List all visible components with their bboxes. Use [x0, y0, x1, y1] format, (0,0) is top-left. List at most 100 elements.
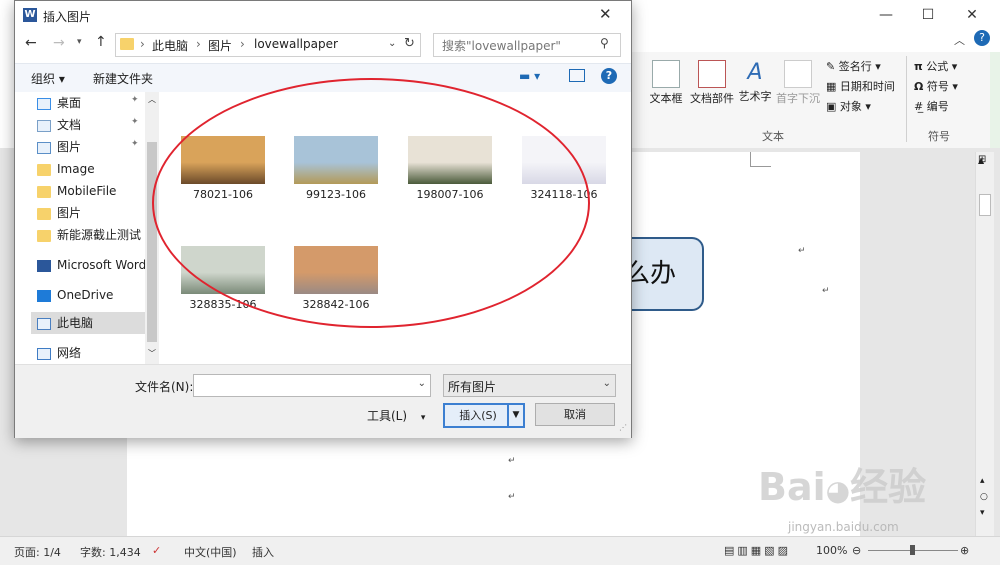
watermark-url: jingyan.baidu.com	[788, 520, 899, 534]
doc-parts-button[interactable]: 文档部件	[688, 60, 736, 106]
nav-item[interactable]: MobileFile	[37, 180, 116, 202]
equation-button[interactable]: π 公式 ▾	[914, 58, 957, 74]
scroll-down-icon[interactable]: ﹀	[148, 348, 156, 359]
address-bar[interactable]: › 此电脑 › 图片 › lovewallpaper ⌄ ↻	[115, 33, 421, 57]
chevron-down-icon[interactable]: ⌄	[603, 378, 611, 389]
paragraph-mark: ↵	[822, 286, 830, 296]
breadcrumb-item[interactable]: 图片	[208, 37, 232, 54]
nav-item[interactable]: 新能源截止测试	[37, 224, 141, 246]
forward-arrow-icon[interactable]: →	[53, 35, 65, 51]
nav-item-label: 图片	[57, 206, 82, 220]
pin-icon[interactable]: ✦	[131, 139, 139, 149]
cancel-button[interactable]: 取消	[535, 403, 615, 426]
ribbon-insert-tab: 文本框 文档部件 A 艺术字 首字下沉 ✎ 签名行 ▾ ▦ 日期和时间 ▣ 对象…	[630, 52, 1000, 149]
breadcrumb-item[interactable]: 此电脑	[152, 37, 188, 54]
nav-item[interactable]: 文档	[37, 114, 81, 136]
zoom-out-icon[interactable]: ⊖	[852, 544, 861, 557]
scroll-up-icon[interactable]: ︿	[148, 94, 156, 105]
resize-grip[interactable]: ⋰	[619, 423, 627, 432]
nav-item[interactable]: 网络	[37, 342, 81, 364]
textbox-button[interactable]: 文本框	[646, 60, 686, 106]
pin-icon[interactable]: ✦	[131, 117, 139, 127]
margin-corner-mark	[750, 152, 771, 167]
datetime-button[interactable]: ▦ 日期和时间	[826, 78, 895, 94]
help-icon[interactable]: ?	[974, 30, 990, 46]
nav-item[interactable]: 此电脑	[31, 312, 149, 334]
preview-pane-icon[interactable]	[569, 69, 585, 82]
minimize-button[interactable]: —	[866, 4, 906, 26]
nav-item[interactable]: OneDrive	[37, 284, 113, 306]
prev-page-icon[interactable]: ▴	[980, 476, 985, 486]
nav-item[interactable]: Microsoft Word	[37, 254, 146, 276]
nav-item[interactable]: 图片	[37, 136, 81, 158]
wordart-button[interactable]: A 艺术字	[736, 60, 774, 104]
up-arrow-icon[interactable]: ↑	[95, 34, 107, 50]
pin-icon[interactable]: ✦	[131, 95, 139, 105]
file-type-select[interactable]: 所有图片 ⌄	[443, 374, 616, 397]
organize-button[interactable]: 组织 ▾	[31, 70, 65, 87]
insert-button[interactable]: 插入(S)	[443, 403, 513, 428]
maximize-button[interactable]: ☐	[908, 4, 948, 26]
recent-chevron-icon[interactable]: ▾	[77, 37, 82, 47]
chevron-down-icon[interactable]: ⌄	[418, 378, 426, 389]
next-page-icon[interactable]: ▾	[980, 508, 985, 518]
chevron-right-icon[interactable]: ›	[240, 37, 245, 51]
nav-item[interactable]: 桌面	[37, 92, 81, 114]
ribbon-collapse-icon[interactable]: ︿	[954, 32, 965, 48]
network-icon	[37, 347, 51, 360]
insert-options-dropdown[interactable]: ▼	[507, 403, 525, 428]
page-count[interactable]: 页面: 1/4	[14, 544, 61, 560]
zoom-slider-thumb[interactable]	[910, 545, 915, 555]
browse-object-icon[interactable]: ○	[980, 492, 988, 502]
signature-line-button[interactable]: ✎ 签名行 ▾	[826, 58, 881, 74]
desktop-icon	[37, 97, 51, 110]
chevron-right-icon[interactable]: ›	[196, 37, 201, 51]
dropcap-button[interactable]: 首字下沉	[774, 60, 822, 106]
search-placeholder[interactable]: 搜索"lovewallpaper"	[442, 37, 561, 54]
ruler-toggle-icon[interactable]: ⊞	[978, 154, 992, 168]
address-dropdown-icon[interactable]: ⌄	[388, 38, 396, 49]
symbol-button[interactable]: Ω 符号 ▾	[914, 78, 958, 94]
filename-input[interactable]: ⌄	[193, 374, 431, 397]
callout-shape[interactable]: 么办	[628, 237, 704, 311]
proofing-icon[interactable]: ✓	[152, 544, 161, 557]
nav-scroll-thumb[interactable]	[147, 142, 157, 342]
tools-menu[interactable]: 工具(L) ▾	[367, 407, 425, 424]
nav-item-label: 文档	[57, 118, 82, 132]
search-box[interactable]: 搜索"lovewallpaper" ⚲	[433, 33, 621, 57]
folder-icon	[120, 38, 134, 50]
language-indicator[interactable]: 中文(中国)	[184, 544, 237, 560]
computer-icon	[37, 317, 51, 330]
dialog-titlebar: W 插入图片 ✕	[15, 1, 631, 31]
dialog-close-button[interactable]: ✕	[599, 5, 612, 23]
dialog-help-icon[interactable]: ?	[601, 68, 617, 84]
chevron-right-icon[interactable]: ›	[140, 37, 145, 51]
view-options-icon[interactable]: ▬ ▾	[519, 69, 540, 83]
scroll-thumb[interactable]	[979, 194, 991, 216]
vertical-scrollbar[interactable]: ▲ ▴ ○ ▾	[975, 152, 994, 536]
paragraph-mark: ↵	[508, 492, 516, 502]
zoom-level[interactable]: 100%	[816, 544, 847, 557]
navigation-pane: 桌面 ✦ 文档 ✦ 图片 ✦ Image MobileFile 图片新能源截止测试 Microso…	[15, 92, 160, 364]
nav-item[interactable]: 图片	[37, 202, 81, 224]
view-buttons[interactable]: ▤▥▦▧▨	[724, 544, 791, 557]
search-icon[interactable]: ⚲	[600, 36, 609, 50]
textbox-icon	[652, 60, 680, 88]
refresh-icon[interactable]: ↻	[404, 36, 415, 51]
highlight-ellipse	[152, 78, 590, 328]
nav-item-label: MobileFile	[57, 184, 117, 198]
close-button[interactable]: ✕	[952, 4, 992, 26]
folder-icon	[37, 229, 51, 242]
object-button[interactable]: ▣ 对象 ▾	[826, 98, 871, 114]
breadcrumb-item[interactable]: lovewallpaper	[254, 37, 338, 51]
new-folder-button[interactable]: 新建文件夹	[93, 70, 153, 87]
insert-mode[interactable]: 插入	[252, 544, 274, 560]
back-arrow-icon[interactable]: ←	[25, 35, 37, 51]
nav-item[interactable]: Image	[37, 158, 95, 180]
number-button[interactable]: #̲ 编号	[914, 98, 949, 114]
nav-item-label: 此电脑	[57, 316, 94, 330]
zoom-in-icon[interactable]: ⊕	[960, 544, 969, 557]
word-count[interactable]: 字数: 1,434	[80, 544, 141, 560]
folder-icon	[37, 163, 51, 176]
status-bar: 页面: 1/4 字数: 1,434 ✓ 中文(中国) 插入 ▤▥▦▧▨ 100%…	[0, 536, 1000, 565]
